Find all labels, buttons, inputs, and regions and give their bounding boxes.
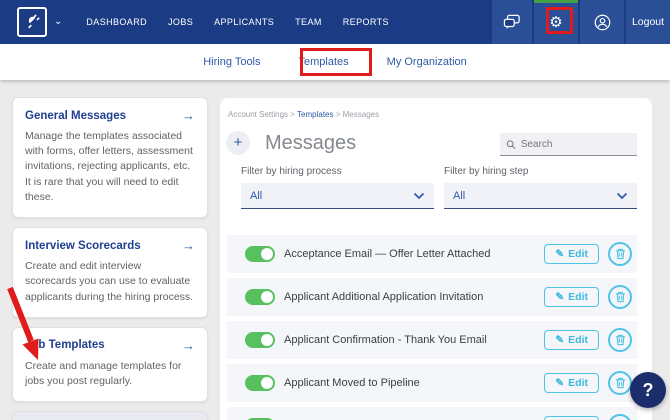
breadcrumb-separator: > bbox=[290, 110, 295, 119]
pencil-icon: ✎ bbox=[555, 334, 564, 346]
help-button[interactable]: ? bbox=[630, 372, 666, 408]
table-row: Applicant Moved to Pipeline ✎ Edit bbox=[227, 364, 637, 402]
messages-chat-button[interactable] bbox=[492, 0, 532, 44]
pencil-icon: ✎ bbox=[555, 291, 564, 303]
logout-label: Logout bbox=[632, 16, 664, 28]
message-template-list: Acceptance Email — Offer Letter Attached… bbox=[227, 235, 637, 420]
breadcrumb-messages: Messages bbox=[343, 110, 379, 119]
edit-label: Edit bbox=[568, 248, 588, 260]
enabled-toggle[interactable] bbox=[245, 289, 275, 305]
account-button[interactable] bbox=[580, 0, 624, 44]
settings-subnav: Hiring Tools Templates My Organization bbox=[0, 44, 670, 80]
plug-logo-icon bbox=[22, 12, 42, 32]
delete-button[interactable] bbox=[608, 371, 632, 395]
search-icon bbox=[506, 139, 516, 150]
logout-button[interactable]: Logout bbox=[626, 0, 670, 44]
template-name: Applicant Confirmation - Thank You Email bbox=[284, 334, 544, 346]
trash-icon bbox=[615, 291, 626, 303]
edit-label: Edit bbox=[568, 377, 588, 389]
card-title: Interview Scorecards bbox=[25, 240, 141, 252]
menu-jobs[interactable]: JOBS bbox=[168, 17, 193, 27]
content-area: General Messages → Manage the templates … bbox=[0, 80, 670, 420]
template-name: Acceptance Email — Offer Letter Attached bbox=[284, 248, 544, 260]
card-title: Job Templates bbox=[25, 339, 105, 351]
search-input[interactable] bbox=[521, 139, 631, 150]
delete-button[interactable] bbox=[608, 414, 632, 420]
trash-icon bbox=[615, 248, 626, 260]
gear-icon: ⚙ bbox=[549, 13, 562, 31]
edit-button[interactable]: ✎ Edit bbox=[544, 244, 599, 264]
enabled-toggle[interactable] bbox=[245, 332, 275, 348]
pencil-icon: ✎ bbox=[555, 377, 564, 389]
delete-button[interactable] bbox=[608, 328, 632, 352]
delete-button[interactable] bbox=[608, 242, 632, 266]
chevron-down-icon bbox=[413, 192, 425, 200]
chevron-down-icon[interactable]: ⌄ bbox=[54, 16, 62, 27]
tab-hiring-tools[interactable]: Hiring Tools bbox=[201, 46, 262, 78]
account-icon bbox=[594, 14, 611, 31]
edit-label: Edit bbox=[568, 334, 588, 346]
search-field[interactable] bbox=[500, 133, 637, 156]
pencil-icon: ✎ bbox=[555, 248, 564, 260]
edit-button[interactable]: ✎ Edit bbox=[544, 373, 599, 393]
templates-sidebar: General Messages → Manage the templates … bbox=[12, 97, 208, 420]
chat-icon bbox=[503, 14, 521, 30]
card-description: Manage the templates associated with for… bbox=[25, 129, 195, 205]
chevron-down-icon bbox=[616, 192, 628, 200]
breadcrumb-account-settings[interactable]: Account Settings bbox=[228, 110, 288, 119]
breadcrumb-templates[interactable]: Templates bbox=[297, 110, 333, 119]
table-row: Acceptance Email — Offer Letter Attached… bbox=[227, 235, 637, 273]
edit-button[interactable]: ✎ Edit bbox=[544, 330, 599, 350]
menu-team[interactable]: TEAM bbox=[295, 17, 322, 27]
edit-label: Edit bbox=[568, 291, 588, 303]
main-menu: DASHBOARD JOBS APPLICANTS TEAM REPORTS bbox=[86, 17, 389, 27]
template-name: Applicant Moved to Pipeline bbox=[284, 377, 544, 389]
edit-button[interactable]: ✎ Edit bbox=[544, 287, 599, 307]
card-description: Create and manage templates for jobs you… bbox=[25, 359, 195, 389]
sidebar-card-interview-scorecards[interactable]: Interview Scorecards → Create and edit i… bbox=[12, 227, 208, 318]
sidebar-card-job-templates[interactable]: Job Templates → Create and manage templa… bbox=[12, 327, 208, 402]
add-message-button[interactable]: + bbox=[226, 131, 250, 155]
active-tab-indicator bbox=[534, 0, 578, 3]
enabled-toggle[interactable] bbox=[245, 246, 275, 262]
table-row: Applicant Additional Application Invitat… bbox=[227, 278, 637, 316]
trash-icon bbox=[615, 377, 626, 389]
template-name: Applicant Additional Application Invitat… bbox=[284, 291, 544, 303]
edit-button[interactable]: ✎ Edit bbox=[544, 416, 599, 420]
active-tab-underline bbox=[313, 73, 335, 76]
filter-label-hiring-process: Filter by hiring process bbox=[241, 166, 434, 177]
selected-value: All bbox=[453, 190, 465, 202]
selected-value: All bbox=[250, 190, 262, 202]
filter-label-hiring-step: Filter by hiring step bbox=[444, 166, 637, 177]
page-title: Messages bbox=[265, 132, 356, 155]
hiring-step-select[interactable]: All bbox=[444, 183, 637, 209]
breadcrumb: Account Settings > Templates > Messages bbox=[228, 110, 379, 119]
filters: Filter by hiring process All Filter by h… bbox=[241, 166, 637, 209]
card-description: Create and edit interview scorecards you… bbox=[25, 259, 195, 305]
navbar-actions: ⚙ Logout bbox=[492, 0, 670, 44]
card-title: General Messages bbox=[25, 110, 126, 122]
menu-dashboard[interactable]: DASHBOARD bbox=[86, 17, 147, 27]
delete-button[interactable] bbox=[608, 285, 632, 309]
menu-reports[interactable]: REPORTS bbox=[343, 17, 389, 27]
tab-templates[interactable]: Templates bbox=[297, 46, 351, 78]
table-row: Applicant Confirmation - Thank You Email… bbox=[227, 321, 637, 359]
arrow-right-icon: → bbox=[182, 338, 195, 353]
settings-button[interactable]: ⚙ bbox=[534, 0, 578, 44]
sidebar-card-messages[interactable]: Messages → Manage the email and text mes… bbox=[12, 411, 208, 420]
breadcrumb-separator: > bbox=[336, 110, 341, 119]
hiring-process-select[interactable]: All bbox=[241, 183, 434, 209]
messages-panel: Account Settings > Templates > Messages … bbox=[220, 98, 652, 420]
top-navbar: ⌄ DASHBOARD JOBS APPLICANTS TEAM REPORTS… bbox=[0, 0, 670, 44]
arrow-right-icon: → bbox=[182, 238, 195, 253]
tab-templates-label: Templates bbox=[299, 56, 349, 68]
tab-my-organization[interactable]: My Organization bbox=[385, 46, 469, 78]
table-row: ✎ Edit bbox=[227, 407, 637, 420]
app-logo[interactable] bbox=[17, 7, 47, 37]
menu-applicants[interactable]: APPLICANTS bbox=[214, 17, 274, 27]
trash-icon bbox=[615, 334, 626, 346]
arrow-right-icon: → bbox=[182, 108, 195, 123]
enabled-toggle[interactable] bbox=[245, 375, 275, 391]
sidebar-card-general-messages[interactable]: General Messages → Manage the templates … bbox=[12, 97, 208, 218]
